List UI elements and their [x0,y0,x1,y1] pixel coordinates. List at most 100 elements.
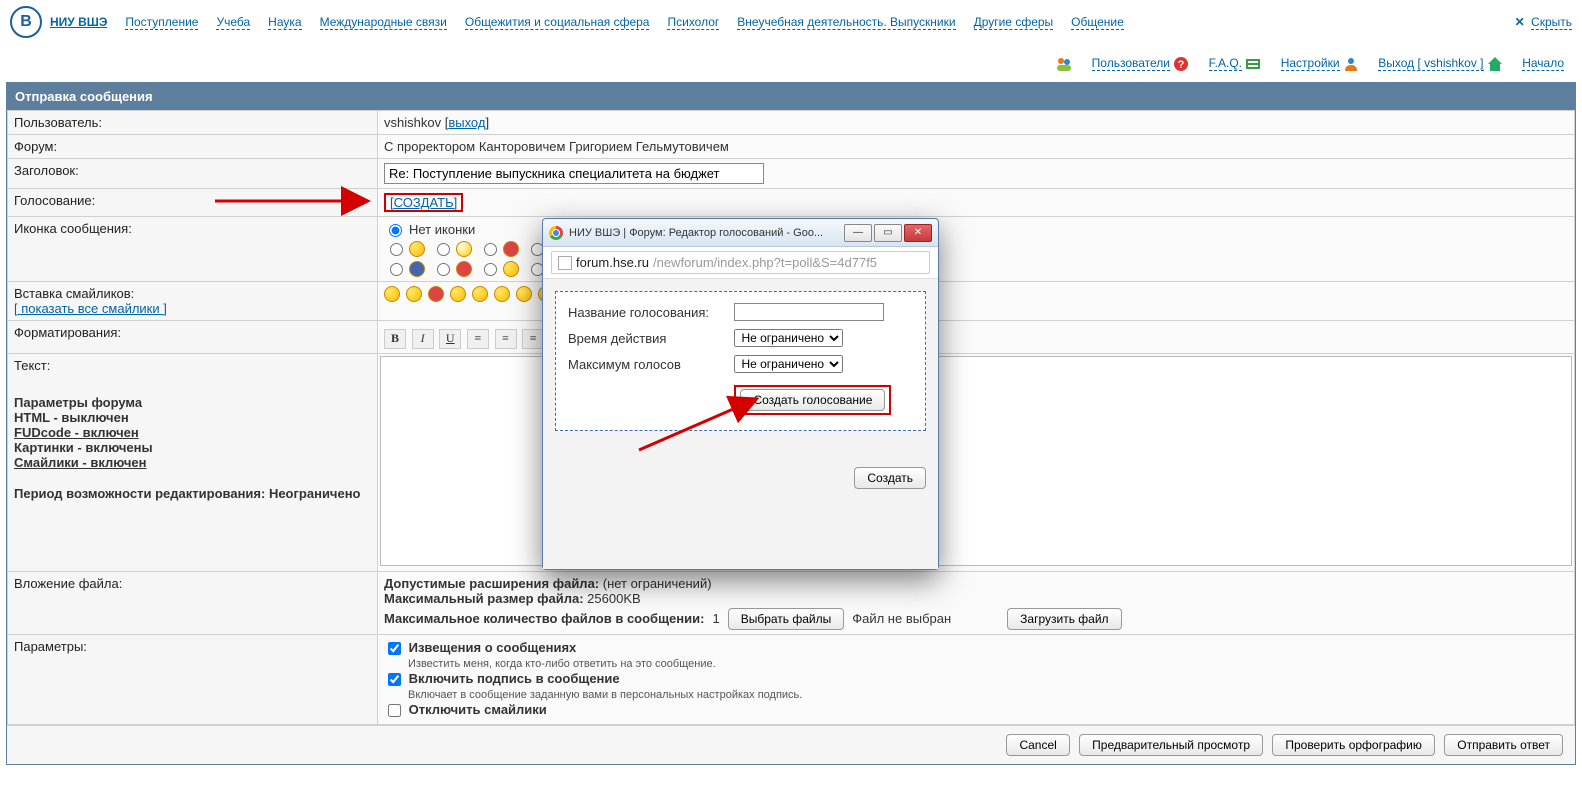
chrome-icon [549,226,563,240]
nav-item[interactable]: Поступление [125,15,198,30]
create-button[interactable]: Создать [854,467,926,489]
nav-item[interactable]: Общение [1071,15,1124,30]
emoji-icon [503,241,519,257]
sidebar-edit-period: Период возможности редактирования: Неогр… [14,486,371,501]
value-user: vshishkov [выход] [378,111,1575,135]
toolbar-italic[interactable]: I [412,329,434,349]
sidebar-smilies[interactable]: Смайлики - включен [14,455,147,470]
popup-title: НИУ ВШЭ | Форум: Редактор голосований - … [569,227,842,239]
toolbar-bold[interactable]: B [384,329,406,349]
toolbar-align-left[interactable]: ≡ [467,329,489,349]
value-poll: [СОЗДАТЬ] [378,189,1575,217]
poll-maxvotes-label: Максимум голосов [566,352,730,376]
emoji-icon [456,241,472,257]
icon-radio[interactable] [437,243,450,256]
attach-count-label: Максимальное количество файлов в сообщен… [384,611,704,626]
choose-files-button[interactable]: Выбрать файлы [728,608,845,630]
smiley-icon[interactable] [384,286,400,302]
smiley-icon[interactable] [516,286,532,302]
window-maximize-button[interactable]: ▭ [874,224,902,242]
toolbar-align-right[interactable]: ≡ [522,329,544,349]
page-icon [558,256,572,270]
sig-checkbox[interactable] [388,673,401,686]
action-bar: Пользователи ? F.A.Q. Настройки Выход [ … [0,44,1582,78]
sidebar-fudcode[interactable]: FUDcode - включен [14,425,139,440]
toolbar-underline[interactable]: U [439,329,461,349]
icon-radio-none[interactable] [389,224,402,237]
url-input[interactable]: forum.hse.ru/newforum/index.php?t=poll&S… [551,251,930,274]
upload-button[interactable]: Загрузить файл [1007,608,1121,630]
settings-link[interactable]: Настройки [1281,56,1340,71]
attach-count-value: 1 [712,611,719,626]
url-path: /newforum/index.php?t=poll&S=4d77f5 [653,255,877,270]
attach-ext-value: (нет ограничений) [603,576,712,591]
label-text: Текст: Параметры форума HTML - выключен … [8,353,378,571]
popup-url-bar: forum.hse.ru/newforum/index.php?t=poll&S… [543,247,938,279]
annotation-arrow [215,192,370,210]
window-minimize-button[interactable]: — [844,224,872,242]
home-icon [1487,56,1503,72]
submit-button[interactable]: Отправить ответ [1444,734,1563,756]
attach-size-value: 25600KB [587,591,641,606]
smiley-icon[interactable] [406,286,422,302]
nav-item[interactable]: Наука [268,15,301,30]
poll-create-link[interactable]: [СОЗДАТЬ] [390,195,457,210]
poll-duration-select[interactable]: Не ограничено [734,329,843,347]
logo: В [10,6,42,38]
notify-checkbox[interactable] [388,642,401,655]
hide-label[interactable]: Скрыть [1531,15,1572,30]
nav-item[interactable]: Психолог [667,15,719,30]
disable-smilies-title: Отключить смайлики [409,701,547,716]
poll-editor-popup: НИУ ВШЭ | Форум: Редактор голосований - … [542,218,939,570]
nav-brand[interactable]: НИУ ВШЭ [50,15,107,30]
nav-item[interactable]: Учеба [216,15,250,30]
cancel-button[interactable]: Cancel [1006,734,1069,756]
logout-link[interactable]: Выход [ vshishkov ] [1378,56,1483,71]
toolbar-align-center[interactable]: ≡ [495,329,517,349]
notify-sub: Известить меня, когда кто-либо ответить … [408,658,1568,670]
icon-radio[interactable] [390,263,403,276]
no-icon-label: Нет иконки [409,222,475,237]
label-icon: Иконка сообщения: [8,217,378,282]
label-smilies: Вставка смайликов: [ показать все смайли… [8,282,378,321]
value-forum: С проректором Канторовичем Григорием Гел… [378,135,1575,159]
smiley-icon[interactable] [494,286,510,302]
logout-inline-link[interactable]: выход [448,115,485,130]
popup-titlebar[interactable]: НИУ ВШЭ | Форум: Редактор голосований - … [543,219,938,247]
label-user: Пользователь: [8,111,378,135]
label-formatting: Форматирования: [8,321,378,354]
poll-name-input[interactable] [734,303,884,321]
poll-name-label: Название голосования: [566,300,730,324]
top-nav: НИУ ВШЭ Поступление Учеба Наука Междунар… [50,15,1124,30]
home-link[interactable]: Начало [1522,56,1564,71]
url-host: forum.hse.ru [576,255,649,270]
hide-link[interactable]: ✕ Скрыть [1515,15,1572,29]
sidebar-images: Картинки - включены [14,440,371,455]
icon-radio[interactable] [437,263,450,276]
smiley-icon[interactable] [428,286,444,302]
nav-item[interactable]: Международные связи [320,15,447,30]
users-link[interactable]: Пользователи [1092,56,1170,71]
disable-smilies-checkbox[interactable] [388,704,401,717]
spellcheck-button[interactable]: Проверить орфографию [1272,734,1435,756]
nav-item[interactable]: Общежития и социальная сфера [465,15,650,30]
smiley-icon[interactable] [472,286,488,302]
nav-item[interactable]: Внеучебная деятельность. Выпускники [737,15,955,30]
subject-input[interactable] [384,163,764,184]
preview-button[interactable]: Предварительный просмотр [1079,734,1263,756]
smiley-icon[interactable] [450,286,466,302]
no-file-label: Файл не выбран [852,611,951,626]
close-icon: ✕ [1515,15,1525,29]
icon-radio[interactable] [390,243,403,256]
faq-link[interactable]: F.A.Q. [1209,56,1242,71]
emoji-icon [456,261,472,277]
icon-radio[interactable] [484,243,497,256]
icon-radio[interactable] [484,263,497,276]
poll-maxvotes-select[interactable]: Не ограничено [734,355,843,373]
window-close-button[interactable]: ✕ [904,224,932,242]
show-all-smilies-link[interactable]: [ показать все смайлики ] [14,301,167,316]
attach-ext-label: Допустимые расширения файла: [384,576,599,591]
sidebar-params-title: Параметры форума [14,395,371,410]
nav-item[interactable]: Другие сферы [974,15,1054,30]
logout-icon [1343,56,1359,72]
